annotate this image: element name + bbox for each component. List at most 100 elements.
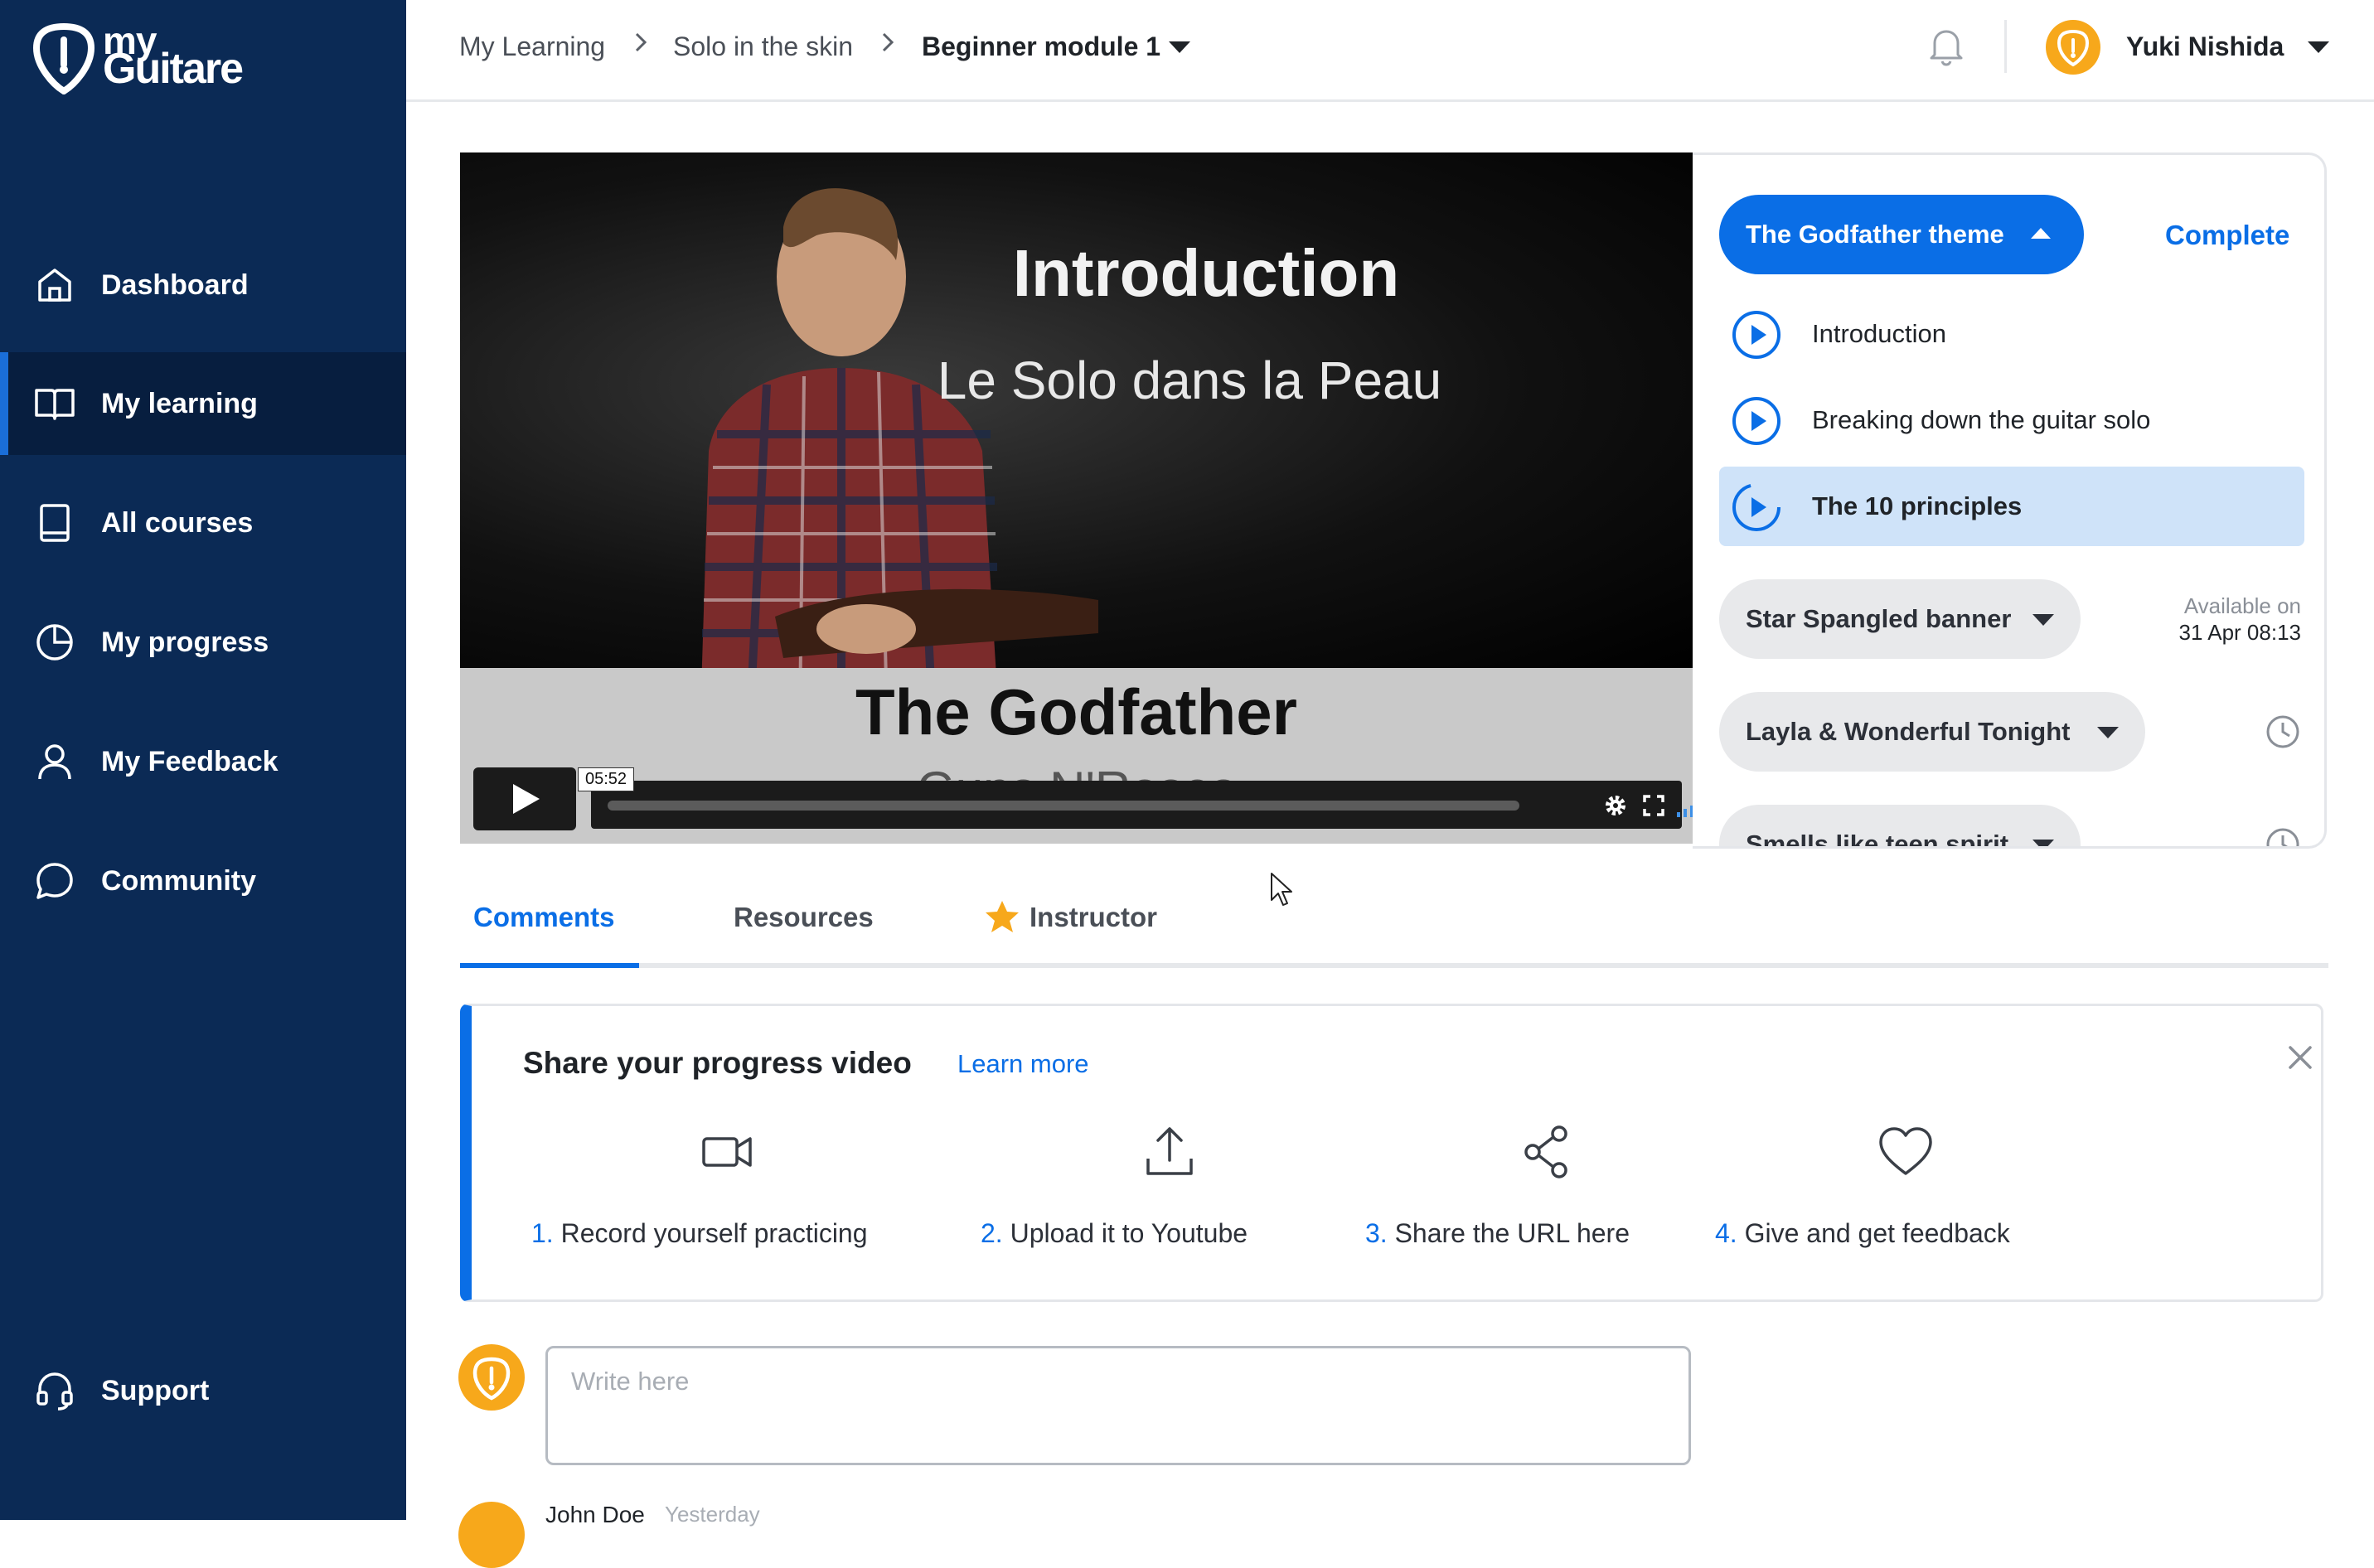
sidebar-item-my-progress[interactable]: My progress: [0, 591, 406, 694]
section-label: The Godfather theme: [1746, 220, 2004, 249]
comment-author-name[interactable]: John Doe: [545, 1502, 645, 1528]
fullscreen-icon[interactable]: [1642, 794, 1665, 817]
breadcrumb-course[interactable]: Solo in the skin: [673, 31, 853, 62]
step-label: 3. Share the URL here: [1365, 1218, 1630, 1249]
guitar-pick-logo-icon: [33, 23, 94, 94]
tab-resources[interactable]: Resources: [734, 902, 874, 933]
available-label: Available on: [2183, 593, 2301, 618]
step-text: Upload it to Youtube: [1010, 1218, 1248, 1248]
comment-input[interactable]: [545, 1346, 1691, 1465]
step-label: 1. Record yourself practicing: [531, 1218, 868, 1249]
play-button[interactable]: [473, 767, 576, 830]
section-dropdown-godfather[interactable]: The Godfather theme: [1719, 195, 2084, 274]
mouse-cursor-icon: [1271, 873, 1292, 906]
learn-more-link[interactable]: Learn more: [957, 1049, 1089, 1079]
home-icon: [38, 269, 71, 302]
chevron-right-icon: [882, 32, 894, 52]
sidebar-item-dashboard[interactable]: Dashboard: [0, 234, 406, 336]
user-name[interactable]: Yuki Nishida: [2126, 31, 2284, 62]
step-number: 4.: [1715, 1218, 1737, 1248]
sidebar-item-my-feedback[interactable]: My Feedback: [0, 710, 406, 813]
sidebar-item-label: All courses: [101, 506, 254, 539]
lesson-playlist: The Godfather theme Complete Introductio…: [1693, 152, 2327, 849]
video-subtitle-text: Le Solo dans la Peau: [937, 351, 1442, 410]
chevron-up-icon: [2031, 228, 2051, 239]
user-avatar[interactable]: [2046, 20, 2100, 75]
video-camera-icon: [702, 1137, 752, 1167]
tab-comments[interactable]: Comments: [473, 902, 615, 933]
tab-instructor[interactable]: Instructor: [1030, 902, 1157, 933]
step-number: 2.: [981, 1218, 1003, 1248]
step-text: Record yourself practicing: [560, 1218, 868, 1248]
lesson-label: Breaking down the guitar solo: [1812, 405, 2151, 434]
section-dropdown-star-spangled[interactable]: Star Spangled banner: [1719, 579, 2081, 659]
pie-chart-icon: [36, 624, 73, 661]
play-icon: [513, 784, 540, 814]
step-label: 2. Upload it to Youtube: [981, 1218, 1248, 1249]
section-label: Layla & Wonderful Tonight: [1746, 717, 2071, 746]
current-user-avatar: [458, 1344, 525, 1411]
breadcrumb-module[interactable]: Beginner module 1: [922, 31, 1160, 62]
play-circle-progress-icon: [1732, 483, 1780, 531]
user-icon: [38, 744, 71, 780]
video-control-bar: [591, 781, 1693, 829]
available-date: 31 Apr 08:13: [2178, 620, 2301, 645]
app-logo[interactable]: my Guitare: [33, 22, 244, 94]
sidebar-item-label: Community: [101, 864, 256, 897]
active-tab-indicator: [460, 963, 639, 968]
comment-author-avatar: [458, 1502, 525, 1568]
chevron-down-icon: [2097, 727, 2119, 738]
chevron-down-icon: [2032, 840, 2054, 846]
section-dropdown-layla[interactable]: Layla & Wonderful Tonight: [1719, 692, 2145, 772]
comment-timestamp: Yesterday: [665, 1502, 760, 1527]
share-progress-card: Share your progress video Learn more 1. …: [460, 1004, 2323, 1302]
section-dropdown-smells-like[interactable]: Smells like teen spirit: [1719, 805, 2081, 846]
clock-icon: [2266, 828, 2299, 846]
sidebar-item-my-learning[interactable]: My learning: [0, 352, 406, 455]
lesson-breaking-down[interactable]: Breaking down the guitar solo: [1719, 380, 2304, 460]
chevron-right-icon: [635, 32, 647, 52]
sidebar-item-label: My progress: [101, 626, 269, 658]
video-progress-track[interactable]: [608, 801, 1519, 811]
settings-gear-icon[interactable]: [1602, 792, 1629, 819]
divider: [2004, 20, 2007, 73]
book-open-icon: [35, 389, 75, 420]
close-icon[interactable]: [2284, 1041, 2317, 1074]
content-tabs: Comments Resources Instructor: [460, 870, 2328, 968]
video-song-title: The Godfather: [855, 675, 1297, 748]
section-label: Star Spangled banner: [1746, 604, 2012, 633]
video-time-tooltip: 05:52: [578, 767, 635, 791]
play-circle-icon: [1732, 397, 1780, 445]
lesson-10-principles[interactable]: The 10 principles: [1719, 467, 2304, 546]
guitar-pick-avatar-icon: [2057, 29, 2090, 67]
chevron-down-icon[interactable]: [2308, 41, 2329, 53]
step-text: Give and get feedback: [1744, 1218, 2010, 1248]
lesson-introduction[interactable]: Introduction: [1719, 294, 2304, 374]
bell-icon[interactable]: [1923, 23, 1969, 70]
clock-icon: [2266, 715, 2299, 748]
top-bar: My Learning Solo in the skin Beginner mo…: [406, 0, 2374, 102]
chevron-down-icon: [2032, 614, 2054, 626]
lesson-label: The 10 principles: [1812, 491, 2023, 520]
headset-icon: [36, 1372, 73, 1411]
sidebar-item-label: My learning: [101, 387, 258, 419]
book-icon: [40, 504, 70, 542]
volume-icon[interactable]: [1677, 797, 1693, 817]
step-number: 1.: [531, 1218, 554, 1248]
sidebar-item-support[interactable]: Support: [0, 1339, 406, 1442]
video-player[interactable]: Introduction Le Solo dans la Peau The Go…: [460, 152, 1693, 844]
breadcrumb-my-learning[interactable]: My Learning: [459, 31, 605, 62]
heart-icon: [1879, 1127, 1932, 1175]
video-title-text: Introduction: [1012, 236, 1400, 310]
play-circle-icon: [1732, 311, 1780, 359]
sidebar: my Guitare Dashboard My learning All cou…: [0, 0, 406, 1520]
sidebar-item-community[interactable]: Community: [0, 830, 406, 932]
availability-info: Available on 31 Apr 08:13: [2179, 593, 2301, 646]
chat-bubble-icon: [36, 863, 73, 899]
chevron-down-icon[interactable]: [1169, 41, 1190, 53]
complete-button[interactable]: Complete: [2165, 220, 2289, 251]
sidebar-item-all-courses[interactable]: All courses: [0, 472, 406, 574]
sidebar-item-label: My Feedback: [101, 745, 279, 777]
share-card-title: Share your progress video: [523, 1046, 912, 1080]
guitar-pick-avatar-icon: [472, 1357, 511, 1401]
